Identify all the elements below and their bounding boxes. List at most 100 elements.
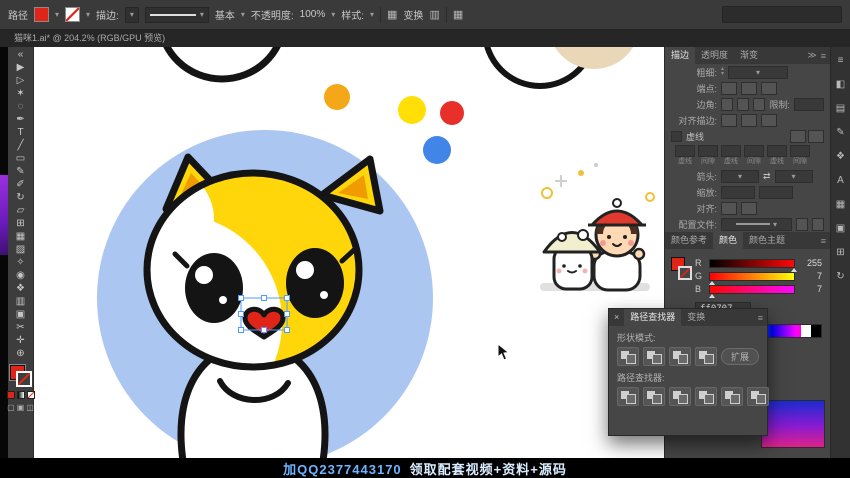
tab-transparency[interactable]: 透明度 [695, 47, 734, 64]
dashed-line-checkbox[interactable] [671, 131, 682, 142]
slider-value-b[interactable]: 7 [800, 284, 822, 294]
direct-selection-tool[interactable]: ▷ [10, 74, 32, 87]
type-tool[interactable]: T [10, 126, 32, 139]
collapse-panel-icon[interactable]: ≫ [807, 50, 816, 61]
artboards-panel-icon[interactable]: ▣ [836, 223, 845, 234]
expand-button[interactable]: 扩展 [721, 348, 759, 365]
recolor-artwork-icon[interactable]: ▦ [387, 8, 397, 21]
align-outside-button[interactable] [761, 114, 777, 127]
panel-menu-icon[interactable]: ≡ [821, 51, 826, 61]
character-panel-icon[interactable]: A [837, 175, 844, 186]
chevron-down-icon[interactable]: ▾ [370, 10, 374, 19]
libraries-panel-icon[interactable]: ⊞ [836, 247, 844, 258]
cap-butt-button[interactable] [721, 82, 737, 95]
workspace-icon[interactable]: ▦ [453, 8, 463, 21]
color-panel-icon[interactable]: ◧ [836, 79, 845, 90]
none-button[interactable] [27, 391, 35, 399]
stroke-weight-dropdown[interactable]: ▾ [125, 7, 139, 23]
weight-field[interactable]: ▾ [728, 66, 788, 79]
cat-left-eye[interactable] [185, 253, 243, 323]
intersect-button[interactable] [669, 347, 691, 366]
exclude-button[interactable] [695, 347, 717, 366]
orange-dot[interactable] [324, 84, 350, 110]
arrow-end-dropdown[interactable]: ▾ [775, 170, 813, 183]
rotate-tool[interactable]: ↻ [10, 191, 32, 204]
tab-color[interactable]: 颜色 [713, 232, 743, 249]
variable-width-dropdown[interactable]: ▾ [145, 7, 209, 23]
dash-preserve-button[interactable] [790, 130, 806, 143]
pencil-tool[interactable]: ✐ [10, 178, 32, 191]
limit-field[interactable] [794, 98, 824, 111]
panel-menu-icon[interactable]: ≡ [838, 55, 844, 66]
artboard-tool[interactable]: ▣ [10, 308, 32, 321]
red-dot[interactable] [440, 101, 464, 125]
cat-right-eye[interactable] [286, 248, 344, 318]
blend-tool[interactable]: ◉ [10, 269, 32, 282]
partial-shape-top-left[interactable] [160, 47, 284, 79]
close-icon[interactable]: × [609, 309, 624, 326]
trim-button[interactable] [643, 387, 665, 406]
swatches-panel-icon[interactable]: ▤ [836, 103, 845, 114]
blue-dot[interactable] [423, 136, 451, 164]
mushroom-boy-illustration[interactable] [540, 163, 654, 291]
slice-tool[interactable]: ✂ [10, 321, 32, 334]
selection-tool[interactable]: ▶ [10, 61, 32, 74]
dash-field-0[interactable] [675, 145, 695, 157]
gradient-preview-swatch[interactable] [761, 400, 825, 448]
minus-back-button[interactable] [747, 387, 769, 406]
magic-wand-tool[interactable]: ✶ [10, 87, 32, 100]
brush-definition-dropdown[interactable]: 基本 [215, 7, 235, 22]
chevron-down-icon[interactable]: ▾ [86, 10, 90, 19]
search-field[interactable] [722, 6, 842, 23]
rectangle-tool[interactable]: ▭ [10, 152, 32, 165]
align-inside-button[interactable] [741, 114, 757, 127]
slider-track-r[interactable] [709, 259, 795, 268]
dash-field-1[interactable] [698, 145, 718, 157]
minus-front-button[interactable] [643, 347, 665, 366]
arrow-start-dropdown[interactable]: ▾ [721, 170, 759, 183]
dash-field-2[interactable] [721, 145, 741, 157]
join-miter-button[interactable] [721, 98, 733, 111]
slider-thumb[interactable] [709, 294, 715, 298]
slider-value-g[interactable]: 7 [800, 271, 822, 281]
yellow-dot[interactable] [398, 96, 426, 124]
color-fill-stroke-indicator[interactable] [671, 255, 691, 285]
merge-button[interactable] [669, 387, 691, 406]
profile-dropdown[interactable]: ▾ [721, 218, 792, 231]
join-bevel-button[interactable] [753, 98, 765, 111]
scale-tool[interactable]: ▱ [10, 204, 32, 217]
dash-field-3[interactable] [744, 145, 764, 157]
fill-color-swatch[interactable] [34, 7, 49, 22]
dash-align-button[interactable] [808, 130, 824, 143]
paintbrush-tool[interactable]: ✎ [10, 165, 32, 178]
tab-gradient[interactable]: 渐变 [734, 47, 764, 64]
brushes-panel-icon[interactable]: ✎ [836, 127, 844, 138]
panel-menu-icon[interactable]: ≡ [758, 313, 763, 323]
slider-value-r[interactable]: 255 [800, 258, 822, 268]
pen-tool[interactable]: ✒ [10, 113, 32, 126]
gradient-tool[interactable]: ▨ [10, 243, 32, 256]
artboard-canvas[interactable] [34, 47, 664, 458]
weight-stepper[interactable]: ▴▾ [721, 67, 724, 77]
join-round-button[interactable] [737, 98, 749, 111]
graph-tool[interactable]: ▥ [10, 295, 32, 308]
stroke-swatch[interactable] [16, 371, 32, 387]
fill-stroke-indicator[interactable] [9, 364, 33, 388]
panel-menu-icon[interactable]: ≡ [821, 236, 826, 246]
unite-button[interactable] [617, 347, 639, 366]
align-icons[interactable]: ▥ [429, 8, 439, 21]
stroke-color-swatch[interactable] [65, 7, 80, 22]
scale-start-field[interactable] [721, 186, 755, 199]
history-panel-icon[interactable]: ↻ [836, 271, 844, 282]
gradient-button[interactable] [17, 391, 25, 399]
tab-pathfinder[interactable]: 路径查找器 [624, 309, 681, 326]
draw-behind-icon[interactable]: ▣ [17, 403, 25, 412]
toolbar-collapse-icon[interactable]: « [10, 48, 32, 61]
zoom-tool[interactable]: ⊕ [10, 347, 32, 360]
lasso-tool[interactable]: ◌ [10, 100, 32, 113]
tab-stroke[interactable]: 描边 [665, 47, 695, 64]
draw-normal-icon[interactable]: ▢ [7, 403, 15, 412]
eyedropper-tool[interactable]: ✧ [10, 256, 32, 269]
swap-arrows-icon[interactable]: ⇄ [763, 171, 771, 182]
symbols-panel-icon[interactable]: ❖ [836, 151, 845, 162]
